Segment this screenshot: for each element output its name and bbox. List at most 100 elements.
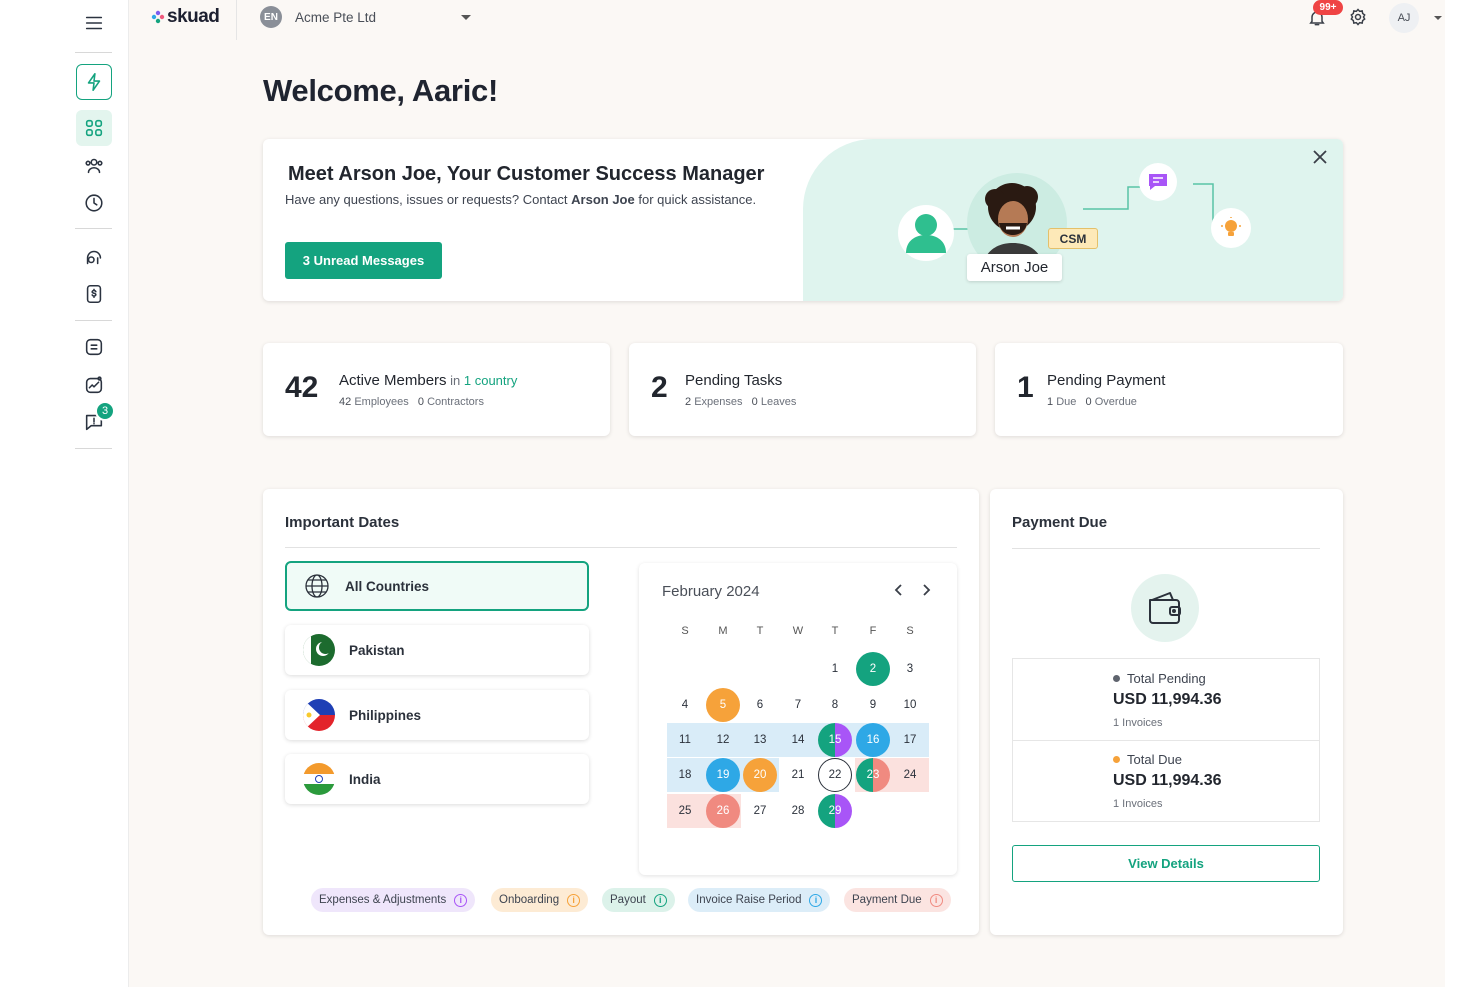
csm-banner-description: Have any questions, issues or requests? … xyxy=(285,190,765,210)
unread-messages-button[interactable]: 3 Unread Messages xyxy=(285,242,442,279)
chat-bubble-icon xyxy=(1139,163,1177,201)
calendar-day-invoice[interactable]: 16 xyxy=(856,723,890,757)
legend-label: Payout xyxy=(610,894,646,906)
dashboard-grid-icon[interactable] xyxy=(76,110,112,146)
calendar-prev-chevron-icon[interactable] xyxy=(893,583,905,602)
invoice-dollar-icon[interactable] xyxy=(76,276,112,312)
people-icon[interactable] xyxy=(76,147,112,183)
calendar-day-multi-event[interactable]: 29 xyxy=(818,794,852,828)
calendar-day[interactable]: 21 xyxy=(781,758,815,792)
info-icon[interactable]: i xyxy=(454,893,468,907)
calendar-day[interactable]: 24 xyxy=(893,758,927,792)
csm-role-tag: CSM xyxy=(1048,228,1098,249)
total-pending-label: Total Pending xyxy=(1127,671,1206,686)
stat-card-pending-payment[interactable]: 1 Pending Payment 1 Due 0 Overdue xyxy=(995,343,1343,436)
calendar-day[interactable]: 18 xyxy=(668,758,702,792)
stat-title-in: in xyxy=(446,373,464,388)
payment-due-card: Payment Due Total Pending USD 11,994.36 … xyxy=(990,489,1343,935)
calendar-day[interactable]: 25 xyxy=(668,794,702,828)
info-icon[interactable]: i xyxy=(809,893,823,907)
total-due-invoices: 1 Invoices xyxy=(1113,798,1163,810)
calendar-day-invoice[interactable]: 19 xyxy=(706,758,740,792)
stat-subtext: 42 Employees 0 Contractors xyxy=(339,396,484,408)
info-icon[interactable]: i xyxy=(653,893,667,907)
calendar-day[interactable]: 17 xyxy=(893,723,927,757)
stat-card-pending-tasks[interactable]: 2 Pending Tasks 2 Expenses 0 Leaves xyxy=(629,343,976,436)
legend-onboarding[interactable]: Onboarding i xyxy=(491,888,589,912)
calendar-day-payment-due[interactable]: 26 xyxy=(706,794,740,828)
weekday-label: S xyxy=(681,625,689,637)
calendar-day-onboarding[interactable]: 5 xyxy=(706,688,740,722)
user-menu-chevron-icon[interactable] xyxy=(1434,16,1442,20)
calendar-day[interactable]: 12 xyxy=(706,723,740,757)
calendar-day[interactable]: 9 xyxy=(856,688,890,722)
calendar-day-payout[interactable]: 2 xyxy=(856,652,890,686)
calendar-day[interactable]: 6 xyxy=(743,688,777,722)
sidebar-divider xyxy=(75,52,112,53)
calendar-day[interactable]: 3 xyxy=(893,652,927,686)
calendar-next-chevron-icon[interactable] xyxy=(920,583,932,602)
country-filter-india[interactable]: India xyxy=(285,754,589,804)
stat-title: Active Members in 1 country xyxy=(339,372,517,389)
close-banner-icon[interactable] xyxy=(1313,150,1327,169)
country-label: All Countries xyxy=(345,578,430,594)
sub-num: 0 xyxy=(1085,396,1092,408)
payroll-user-icon[interactable] xyxy=(76,239,112,275)
analytics-chart-icon[interactable] xyxy=(76,367,112,403)
calendar-day-today[interactable]: 22 xyxy=(818,758,852,792)
calendar-day-onboarding[interactable]: 20 xyxy=(743,758,777,792)
hamburger-menu-icon[interactable] xyxy=(76,5,112,41)
legend-payment-due[interactable]: Payment Due i xyxy=(844,888,951,912)
weekday-label: M xyxy=(718,625,728,637)
info-icon[interactable]: i xyxy=(567,893,581,907)
view-details-button[interactable]: View Details xyxy=(1012,845,1320,882)
notifications-count-badge: 99+ xyxy=(1313,0,1343,15)
sub-label: Expenses xyxy=(694,396,743,408)
skuad-logo[interactable]: skuad xyxy=(151,6,220,28)
legend-invoice-raise-period[interactable]: Invoice Raise Period i xyxy=(688,888,831,912)
legend-payout[interactable]: Payout i xyxy=(602,888,675,912)
header-divider xyxy=(236,0,237,40)
calendar-day[interactable]: 13 xyxy=(743,723,777,757)
calendar-day[interactable]: 8 xyxy=(818,688,852,722)
calendar-day[interactable]: 14 xyxy=(781,723,815,757)
calendar-day[interactable]: 4 xyxy=(668,688,702,722)
calendar-day[interactable]: 11 xyxy=(668,723,702,757)
sub-label: Employees xyxy=(354,396,409,408)
legend-label: Expenses & Adjustments xyxy=(319,894,447,906)
clock-icon[interactable] xyxy=(76,185,112,221)
company-name[interactable]: Acme Pte Ltd xyxy=(295,10,376,25)
company-dropdown-chevron-icon[interactable] xyxy=(461,15,471,20)
page-title: Welcome, Aaric! xyxy=(263,73,498,108)
company-avatar: EN xyxy=(260,6,282,28)
weekday-label: T xyxy=(756,625,764,637)
country-filter-pakistan[interactable]: Pakistan xyxy=(285,625,589,675)
sub-label: Contractors xyxy=(427,396,484,408)
calendar-day[interactable]: 27 xyxy=(743,794,777,828)
settings-gear-icon[interactable] xyxy=(1348,7,1368,32)
calendar-day[interactable]: 1 xyxy=(818,652,852,686)
calendar-day-multi-event[interactable]: 23 xyxy=(856,758,890,792)
sub-num: 42 xyxy=(339,396,352,408)
country-link[interactable]: 1 country xyxy=(464,373,517,388)
stat-card-active-members[interactable]: 42 Active Members in 1 country 42 Employ… xyxy=(263,343,610,436)
user-avatar[interactable]: AJ xyxy=(1389,3,1419,33)
lightbulb-icon xyxy=(1211,208,1251,248)
country-filter-all[interactable]: All Countries xyxy=(285,561,589,611)
calendar-day-multi-event[interactable]: 15 xyxy=(818,723,852,757)
stat-number: 1 xyxy=(1017,371,1034,404)
document-icon[interactable] xyxy=(76,329,112,365)
stat-number: 2 xyxy=(651,371,668,404)
weekday-label: F xyxy=(869,625,877,637)
calendar-day[interactable]: 10 xyxy=(893,688,927,722)
calendar-day[interactable]: 7 xyxy=(781,688,815,722)
legend-expenses[interactable]: Expenses & Adjustments i xyxy=(311,888,476,912)
country-filter-philippines[interactable]: Philippines xyxy=(285,690,589,740)
quick-actions-lightning-icon[interactable] xyxy=(76,64,112,100)
sidebar-divider xyxy=(75,228,112,229)
important-dates-title: Important Dates xyxy=(285,514,400,531)
info-icon[interactable]: i xyxy=(929,893,943,907)
csm-banner-card: Meet Arson Joe, Your Customer Success Ma… xyxy=(263,139,1343,301)
calendar-day[interactable]: 28 xyxy=(781,794,815,828)
sub-num: 0 xyxy=(417,396,425,408)
